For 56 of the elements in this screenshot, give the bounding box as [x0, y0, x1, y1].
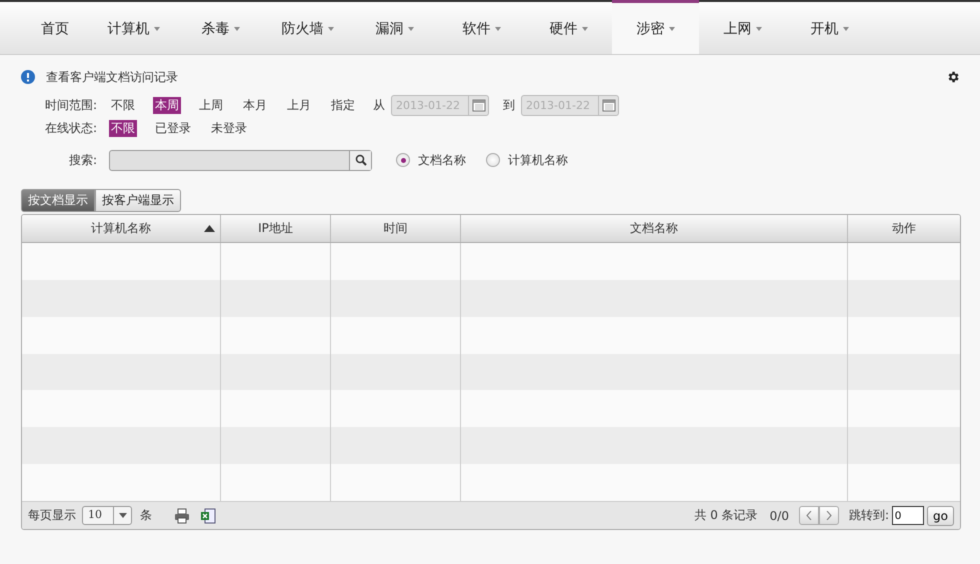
- radio-button[interactable]: [396, 153, 410, 167]
- field-label: 搜索:: [69, 152, 98, 168]
- radio-button[interactable]: [486, 153, 500, 167]
- view-tab[interactable]: 按客户端显示: [95, 189, 181, 212]
- radio-label: 文档名称: [418, 152, 466, 168]
- chevron-left-icon: [806, 511, 812, 520]
- field-label: 时间范围:: [45, 96, 98, 114]
- settings-icon[interactable]: [946, 70, 960, 84]
- nav-tab[interactable]: 计算机: [90, 0, 177, 54]
- column-header[interactable]: 动作: [848, 215, 960, 242]
- search-field[interactable]: [109, 150, 372, 170]
- record-count: 共 0 条记录: [694, 507, 758, 524]
- unit-label: 条: [140, 507, 152, 524]
- spreadsheet-icon[interactable]: [200, 508, 216, 524]
- search-button[interactable]: [349, 150, 372, 170]
- nav-tab[interactable]: 漏洞: [351, 0, 438, 54]
- previous-page-button[interactable]: [798, 506, 819, 525]
- filter-option[interactable]: 指定: [329, 96, 358, 114]
- filter-option[interactable]: 上月: [285, 96, 314, 114]
- nav-tab[interactable]: 杀毒: [177, 0, 264, 54]
- filter-option[interactable]: 未登录: [209, 120, 250, 136]
- per-page-label: 每页显示: [28, 507, 76, 524]
- page-count: 0/0: [770, 508, 789, 522]
- printer-icon[interactable]: [174, 508, 190, 524]
- nav-tab[interactable]: 开机: [786, 0, 873, 54]
- page-size-select[interactable]: 10: [82, 506, 132, 525]
- jump-label: 跳转到:: [848, 507, 890, 524]
- view-tab[interactable]: 按文档显示: [21, 189, 95, 212]
- radio-label: 计算机名称: [508, 152, 568, 168]
- page-input[interactable]: 0: [892, 506, 924, 525]
- nav-tab[interactable]: 首页: [20, 0, 90, 54]
- next-page-button[interactable]: [818, 506, 839, 525]
- caret-icon: [118, 513, 126, 518]
- nav-tab[interactable]: 硬件: [525, 0, 612, 54]
- filter-option[interactable]: 上周: [197, 96, 226, 114]
- search-icon: [354, 154, 367, 166]
- nav-tab[interactable]: 涉密: [612, 0, 699, 54]
- filter-option[interactable]: 不限: [109, 96, 138, 114]
- go-button[interactable]: go: [927, 506, 954, 526]
- field-label: 到: [503, 96, 516, 114]
- field-label: 从: [373, 96, 386, 114]
- column-header[interactable]: 时间: [331, 215, 461, 242]
- filter-option[interactable]: 本周: [153, 96, 182, 114]
- column-header[interactable]: IP地址: [221, 215, 331, 242]
- nav-tab[interactable]: 软件: [438, 0, 525, 54]
- column-header[interactable]: 文档名称: [461, 215, 848, 242]
- filter-option[interactable]: 本月: [241, 96, 270, 114]
- nav-tab[interactable]: 上网: [699, 0, 786, 54]
- chevron-right-icon: [826, 511, 832, 520]
- nav-tab[interactable]: 防火墙: [264, 0, 351, 54]
- info-icon: [21, 70, 35, 84]
- notice-text: 查看客户端文档访问记录: [46, 68, 178, 86]
- field-label: 在线状态:: [45, 120, 98, 136]
- filter-option[interactable]: 已登录: [153, 120, 194, 136]
- column-header[interactable]: 计算机名称: [22, 215, 221, 242]
- filter-option[interactable]: 不限: [109, 120, 138, 136]
